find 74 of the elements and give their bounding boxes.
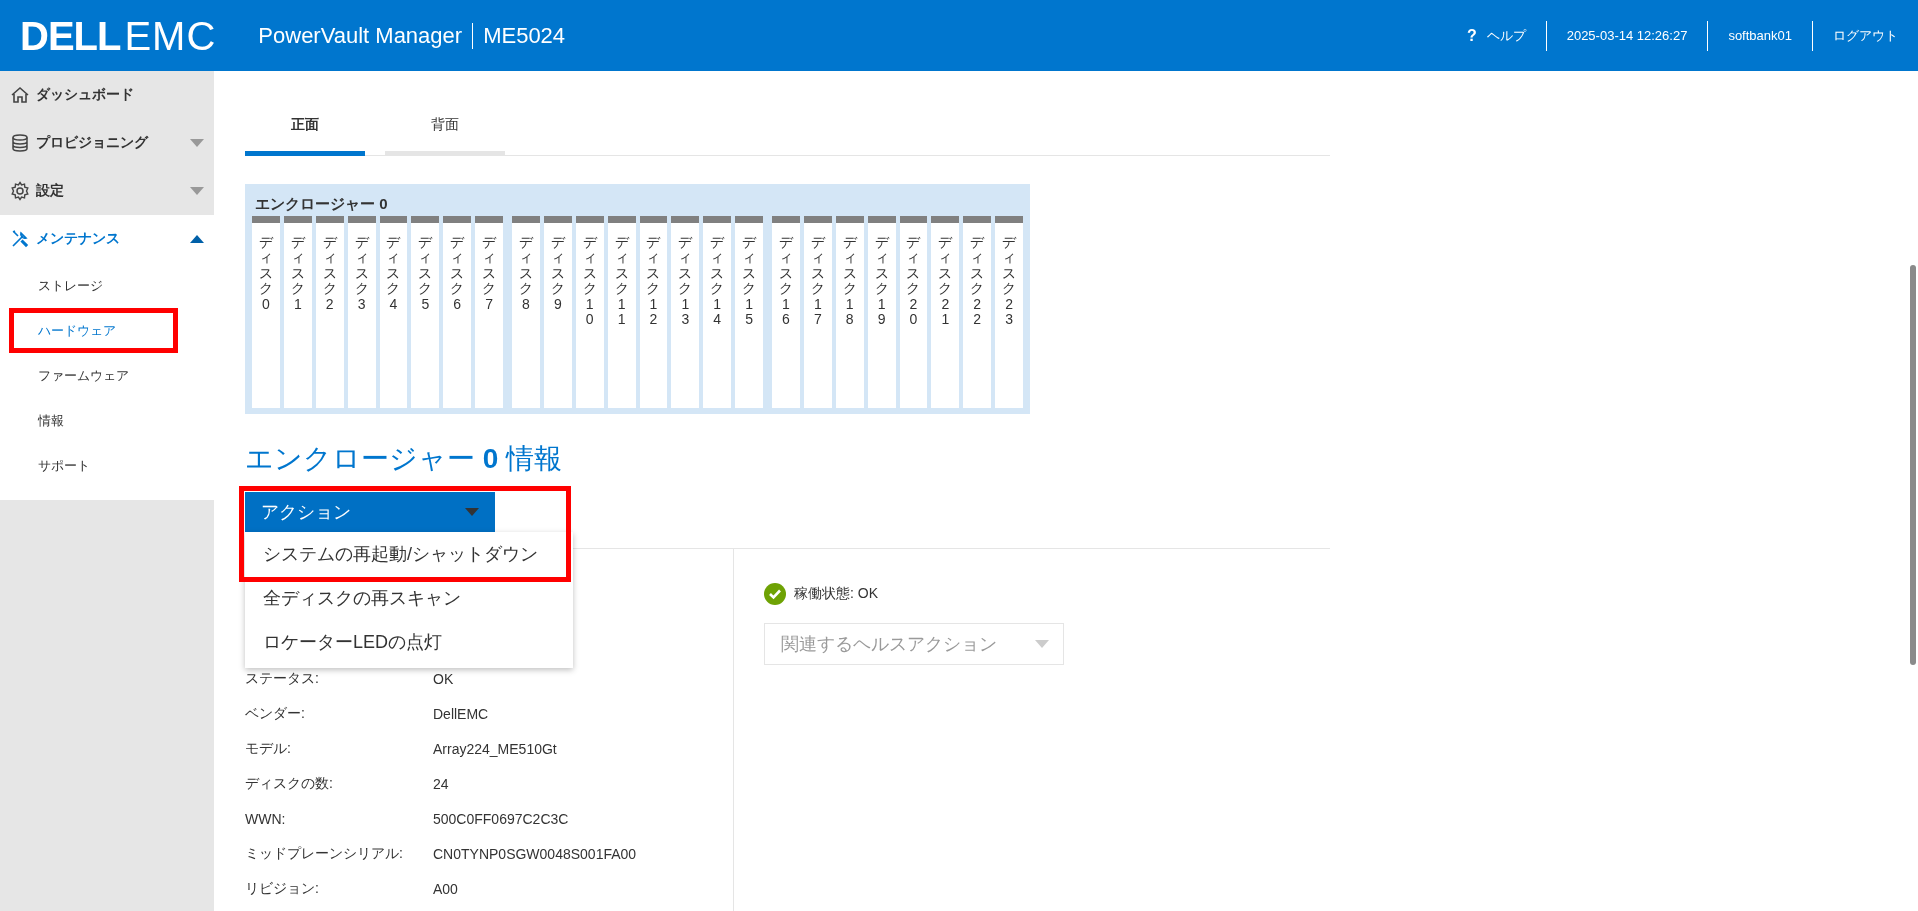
disk-slot[interactable]: ディスク10 bbox=[575, 216, 604, 408]
disk-slot[interactable]: ディスク16 bbox=[772, 216, 800, 408]
disk-slot[interactable]: ディスク6 bbox=[443, 216, 472, 408]
caret-icon bbox=[190, 139, 204, 147]
property-label: モデル: bbox=[245, 739, 292, 758]
sidebar-item[interactable]: ダッシュボード bbox=[0, 71, 214, 119]
disk-slot[interactable]: ディスク7 bbox=[475, 216, 503, 408]
date-time: 2025-03-14 12:26:27 bbox=[1545, 20, 1708, 51]
scrollbar-thumb[interactable] bbox=[1910, 265, 1916, 665]
menu-item[interactable]: 全ディスクの再スキャン bbox=[245, 576, 573, 620]
logo-brand: DELL bbox=[20, 15, 121, 56]
gear-icon bbox=[10, 181, 30, 201]
disk-slot[interactable]: ディスク23 bbox=[995, 216, 1023, 408]
property-label: リビジョン: bbox=[245, 879, 320, 898]
disk-slot[interactable]: ディスク20 bbox=[899, 216, 928, 408]
property-label: ミッドプレーンシリアル: bbox=[245, 844, 404, 863]
property-value: CN0TYNP0SGW0048S001FA00 bbox=[433, 845, 637, 862]
product-title: PowerVault Manager bbox=[258, 22, 474, 49]
disk-slot[interactable]: ディスク13 bbox=[671, 216, 700, 408]
sidebar-item[interactable]: プロビジョニング bbox=[0, 119, 214, 167]
sidebar-item[interactable]: メンテナンス bbox=[0, 215, 214, 263]
disk-slot[interactable]: ディスク1 bbox=[283, 216, 312, 408]
tab[interactable]: 背面 bbox=[385, 116, 505, 156]
caret-icon bbox=[190, 235, 204, 243]
sidebar-subitem[interactable]: サポート bbox=[38, 456, 90, 475]
caret-icon bbox=[190, 187, 204, 195]
disk-slot[interactable]: ディスク22 bbox=[963, 216, 992, 408]
menu-item[interactable]: システムの再起動/シャットダウン bbox=[245, 532, 573, 576]
section-heading: エンクロージャー 0 情報 bbox=[245, 442, 564, 476]
database-icon bbox=[10, 133, 30, 153]
disk-slot[interactable]: ディスク5 bbox=[411, 216, 440, 408]
property-label: ベンダー: bbox=[245, 704, 306, 723]
sidebar-subitem[interactable]: ハードウェア bbox=[38, 321, 116, 340]
disk-slot[interactable]: ディスク14 bbox=[703, 216, 732, 408]
property-value: DellEMC bbox=[433, 705, 489, 722]
sidebar-subitem[interactable]: ストレージ bbox=[38, 276, 103, 295]
disk-slot[interactable]: ディスク8 bbox=[512, 216, 540, 408]
disk-slot[interactable]: ディスク0 bbox=[252, 216, 280, 408]
disk-slot[interactable]: ディスク19 bbox=[867, 216, 896, 408]
disk-slot[interactable]: ディスク21 bbox=[931, 216, 960, 408]
disk-slot[interactable]: ディスク15 bbox=[735, 216, 763, 408]
caret-icon bbox=[465, 508, 479, 516]
health-status: 稼働状態: OK bbox=[794, 585, 878, 603]
sidebar-subitem[interactable]: 情報 bbox=[38, 411, 64, 430]
property-value: A00 bbox=[433, 880, 458, 897]
home-icon bbox=[10, 85, 30, 105]
disk-slot[interactable]: ディスク17 bbox=[803, 216, 832, 408]
user-name[interactable]: softbank01 bbox=[1707, 20, 1812, 51]
property-value: OK bbox=[433, 670, 454, 687]
actions-dropdown[interactable]: アクション bbox=[245, 492, 495, 532]
disk-slot[interactable]: ディスク4 bbox=[379, 216, 408, 408]
logout-link[interactable]: ログアウト bbox=[1812, 20, 1918, 51]
caret-icon bbox=[1035, 640, 1049, 648]
help-link[interactable]: ? ヘルプ bbox=[1446, 20, 1546, 51]
sidebar-item[interactable]: 設定 bbox=[0, 167, 214, 215]
disk-slot[interactable]: ディスク3 bbox=[347, 216, 376, 408]
property-label: ディスクの数: bbox=[245, 774, 334, 793]
disk-slot[interactable]: ディスク18 bbox=[835, 216, 864, 408]
sidebar-subitem[interactable]: ファームウェア bbox=[38, 366, 129, 385]
model-name: ME5024 bbox=[483, 22, 566, 49]
property-label: WWN: bbox=[245, 810, 287, 827]
property-value: Array224_ME510Gt bbox=[433, 740, 557, 757]
tools-icon bbox=[10, 229, 30, 249]
enclosure-title: エンクロージャー 0 bbox=[254, 194, 389, 214]
property-value: 24 bbox=[433, 775, 449, 792]
disk-slot[interactable]: ディスク12 bbox=[639, 216, 668, 408]
property-label: ステータス: bbox=[245, 669, 320, 688]
property-value: 500C0FF0697C2C3C bbox=[433, 810, 569, 827]
tab[interactable]: 正面 bbox=[245, 116, 365, 156]
disk-slot[interactable]: ディスク9 bbox=[543, 216, 572, 408]
disk-slot[interactable]: ディスク11 bbox=[607, 216, 636, 408]
logo-suffix: EMC bbox=[124, 15, 217, 56]
menu-item[interactable]: ロケーターLEDの点灯 bbox=[245, 620, 573, 664]
disk-slot[interactable]: ディスク2 bbox=[315, 216, 344, 408]
